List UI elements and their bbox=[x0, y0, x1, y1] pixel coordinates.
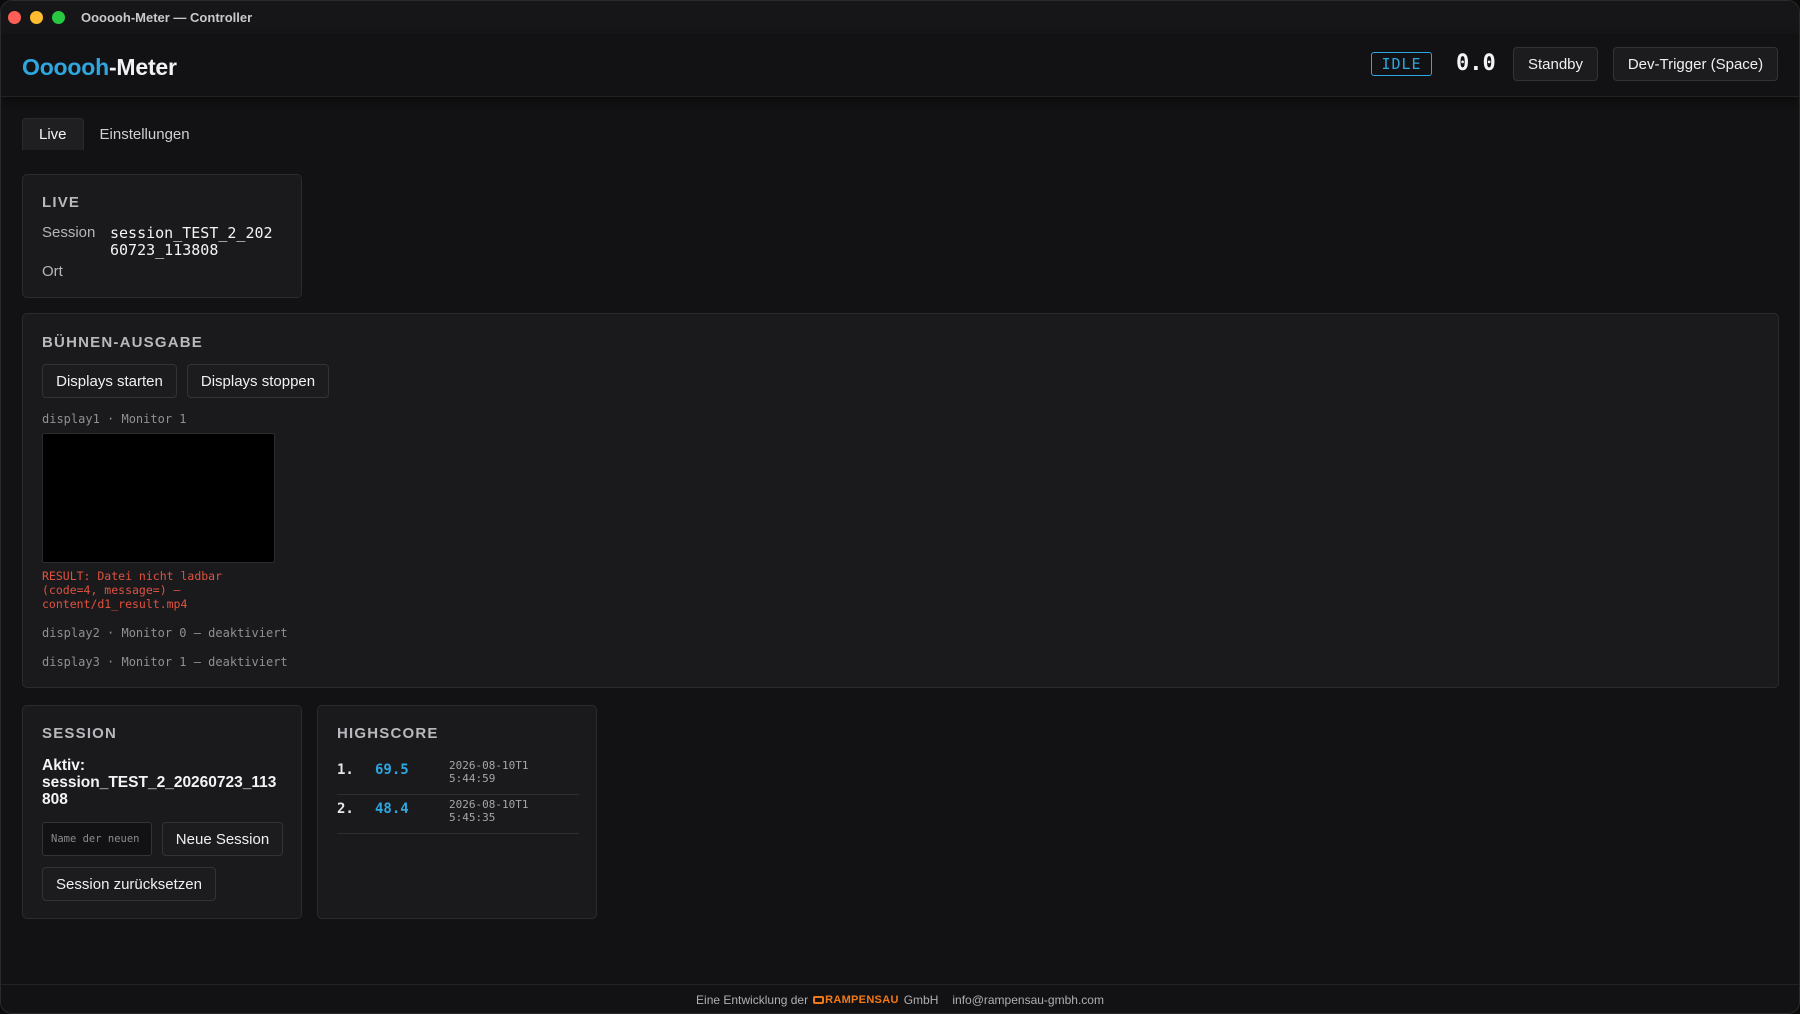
highscore-card: HIGHSCORE 1. 69.5 2026-08-10T15:44:59 2.… bbox=[317, 705, 597, 919]
close-window-button[interactable] bbox=[8, 11, 21, 24]
tab-live[interactable]: Live bbox=[22, 118, 84, 150]
rampensau-logo-text: RAMPENSAU bbox=[825, 994, 899, 1006]
brand-rest: -Meter bbox=[108, 54, 177, 80]
display2-label: display2 · Monitor 0 — deaktiviert bbox=[42, 626, 288, 640]
brand-accent: Oooooh bbox=[22, 54, 109, 80]
session-value: session_TEST_2_20260723_113808 bbox=[110, 224, 273, 259]
footer: Eine Entwicklung der RAMPENSAU GmbH info… bbox=[1, 984, 1799, 1013]
stop-displays-button[interactable]: Displays stoppen bbox=[187, 364, 329, 398]
footer-prefix: Eine Entwicklung der bbox=[696, 993, 809, 1007]
highscore-card-title: HIGHSCORE bbox=[337, 725, 439, 742]
meter-value: 0.0 bbox=[1456, 51, 1496, 76]
stage-card-title: BÜHNEN-AUSGABE bbox=[42, 334, 203, 351]
standby-button[interactable]: Standby bbox=[1513, 47, 1598, 81]
new-session-name-input[interactable] bbox=[42, 822, 152, 856]
window-title: Oooooh-Meter — Controller bbox=[81, 10, 253, 25]
highscore-score: 69.5 bbox=[375, 762, 409, 778]
new-session-button[interactable]: Neue Session bbox=[162, 822, 283, 856]
highscore-rank: 1. bbox=[337, 762, 354, 778]
state-badge: IDLE bbox=[1371, 52, 1432, 76]
highscore-time: 2026-08-10T15:44:59 bbox=[449, 759, 529, 785]
highscore-time: 2026-08-10T15:45:35 bbox=[449, 798, 529, 824]
tab-settings[interactable]: Einstellungen bbox=[84, 118, 206, 150]
highscore-row: 2. 48.4 2026-08-10T15:45:35 bbox=[337, 795, 579, 834]
session-card-title: SESSION bbox=[42, 725, 118, 742]
start-displays-button[interactable]: Displays starten bbox=[42, 364, 177, 398]
tab-bar: Live Einstellungen bbox=[22, 118, 206, 150]
active-session-value: session_TEST_2_20260723_113808 bbox=[42, 774, 277, 808]
reset-session-button[interactable]: Session zurücksetzen bbox=[42, 867, 216, 901]
footer-email[interactable]: info@rampensau-gmbh.com bbox=[952, 993, 1104, 1007]
live-card: LIVE Session session_TEST_2_20260723_113… bbox=[22, 174, 302, 298]
minimize-window-button[interactable] bbox=[30, 11, 43, 24]
display1-preview bbox=[42, 433, 275, 563]
session-key: Session bbox=[42, 224, 96, 241]
stage-output-card: BÜHNEN-AUSGABE Displays starten Displays… bbox=[22, 313, 1779, 688]
zoom-window-button[interactable] bbox=[52, 11, 65, 24]
display1-error: RESULT: Datei nicht ladbar (code=4, mess… bbox=[42, 569, 223, 611]
highscore-score: 48.4 bbox=[375, 801, 409, 817]
display3-label: display3 · Monitor 1 — deaktiviert bbox=[42, 655, 288, 669]
live-card-title: LIVE bbox=[42, 194, 81, 211]
app-header: Oooooh-Meter IDLE 0.0 Standby Dev-Trigge… bbox=[1, 34, 1799, 97]
app-logo: Oooooh-Meter bbox=[22, 54, 177, 81]
rampensau-logo-icon bbox=[813, 996, 825, 1004]
active-session: Aktiv: session_TEST_2_20260723_113808 bbox=[42, 757, 282, 808]
display1-label: display1 · Monitor 1 bbox=[42, 412, 187, 426]
highscore-rank: 2. bbox=[337, 801, 354, 817]
title-bar: Oooooh-Meter — Controller bbox=[1, 1, 1799, 34]
app-window: Oooooh-Meter — Controller Oooooh-Meter I… bbox=[0, 0, 1800, 1014]
rampensau-logo: RAMPENSAU bbox=[813, 994, 899, 1006]
dev-trigger-button[interactable]: Dev-Trigger (Space) bbox=[1613, 47, 1778, 81]
location-key: Ort bbox=[42, 263, 63, 280]
active-session-prefix: Aktiv: bbox=[42, 757, 86, 774]
window-controls bbox=[8, 11, 65, 24]
highscore-row: 1. 69.5 2026-08-10T15:44:59 bbox=[337, 756, 579, 795]
footer-company-suffix: GmbH bbox=[903, 993, 939, 1007]
session-card: SESSION Aktiv: session_TEST_2_20260723_1… bbox=[22, 705, 302, 919]
